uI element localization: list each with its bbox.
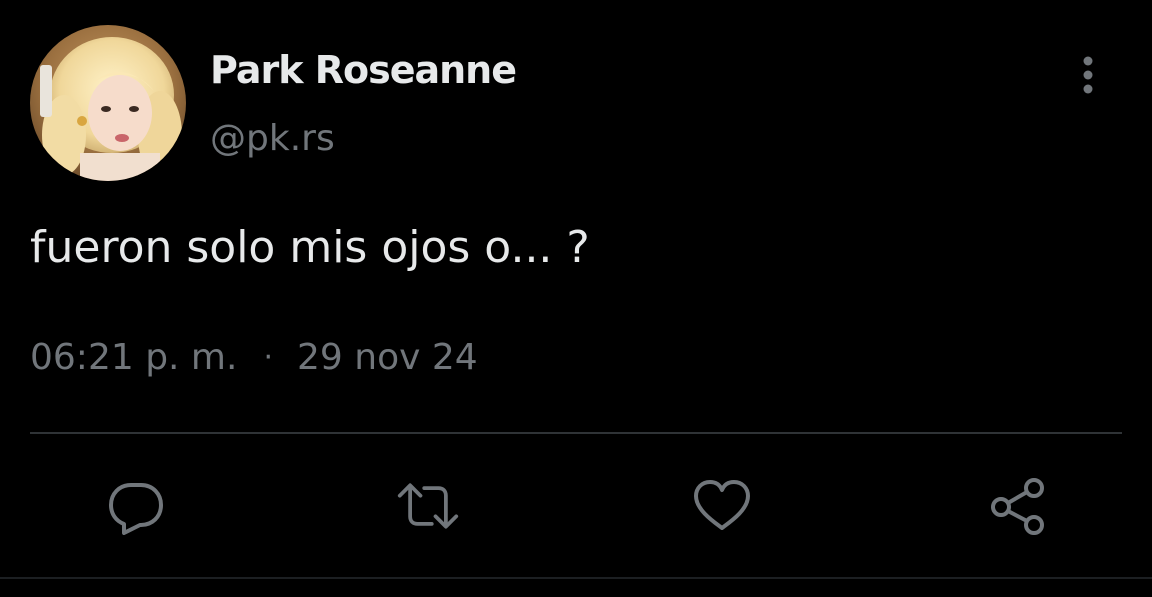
more-options-button[interactable] (1068, 52, 1108, 98)
profile-photo-icon (30, 25, 186, 181)
tweet-date: 29 nov 24 (297, 337, 478, 378)
divider (30, 432, 1122, 434)
avatar[interactable] (30, 25, 186, 181)
display-name[interactable]: Park Roseanne (210, 48, 517, 92)
heart-icon (694, 480, 750, 530)
bottom-divider (0, 577, 1152, 579)
comment-icon (109, 483, 163, 535)
more-vertical-icon (1083, 56, 1093, 94)
share-button[interactable] (986, 476, 1050, 536)
retweet-icon (397, 483, 459, 529)
tweet-time: 06:21 p. m. (30, 337, 238, 378)
like-button[interactable] (690, 476, 754, 536)
retweet-button[interactable] (396, 476, 460, 536)
reply-button[interactable] (104, 476, 168, 536)
tweet-text: fueron solo mis ojos o... ? (30, 222, 590, 273)
share-icon (991, 478, 1044, 535)
meta-separator: · (263, 340, 273, 375)
user-handle[interactable]: @pk.rs (210, 118, 335, 159)
tweet-detail: Park Roseanne @pk.rs fueron solo mis ojo… (0, 0, 1152, 597)
tweet-timestamp[interactable]: 06:21 p. m. · 29 nov 24 (30, 337, 478, 378)
